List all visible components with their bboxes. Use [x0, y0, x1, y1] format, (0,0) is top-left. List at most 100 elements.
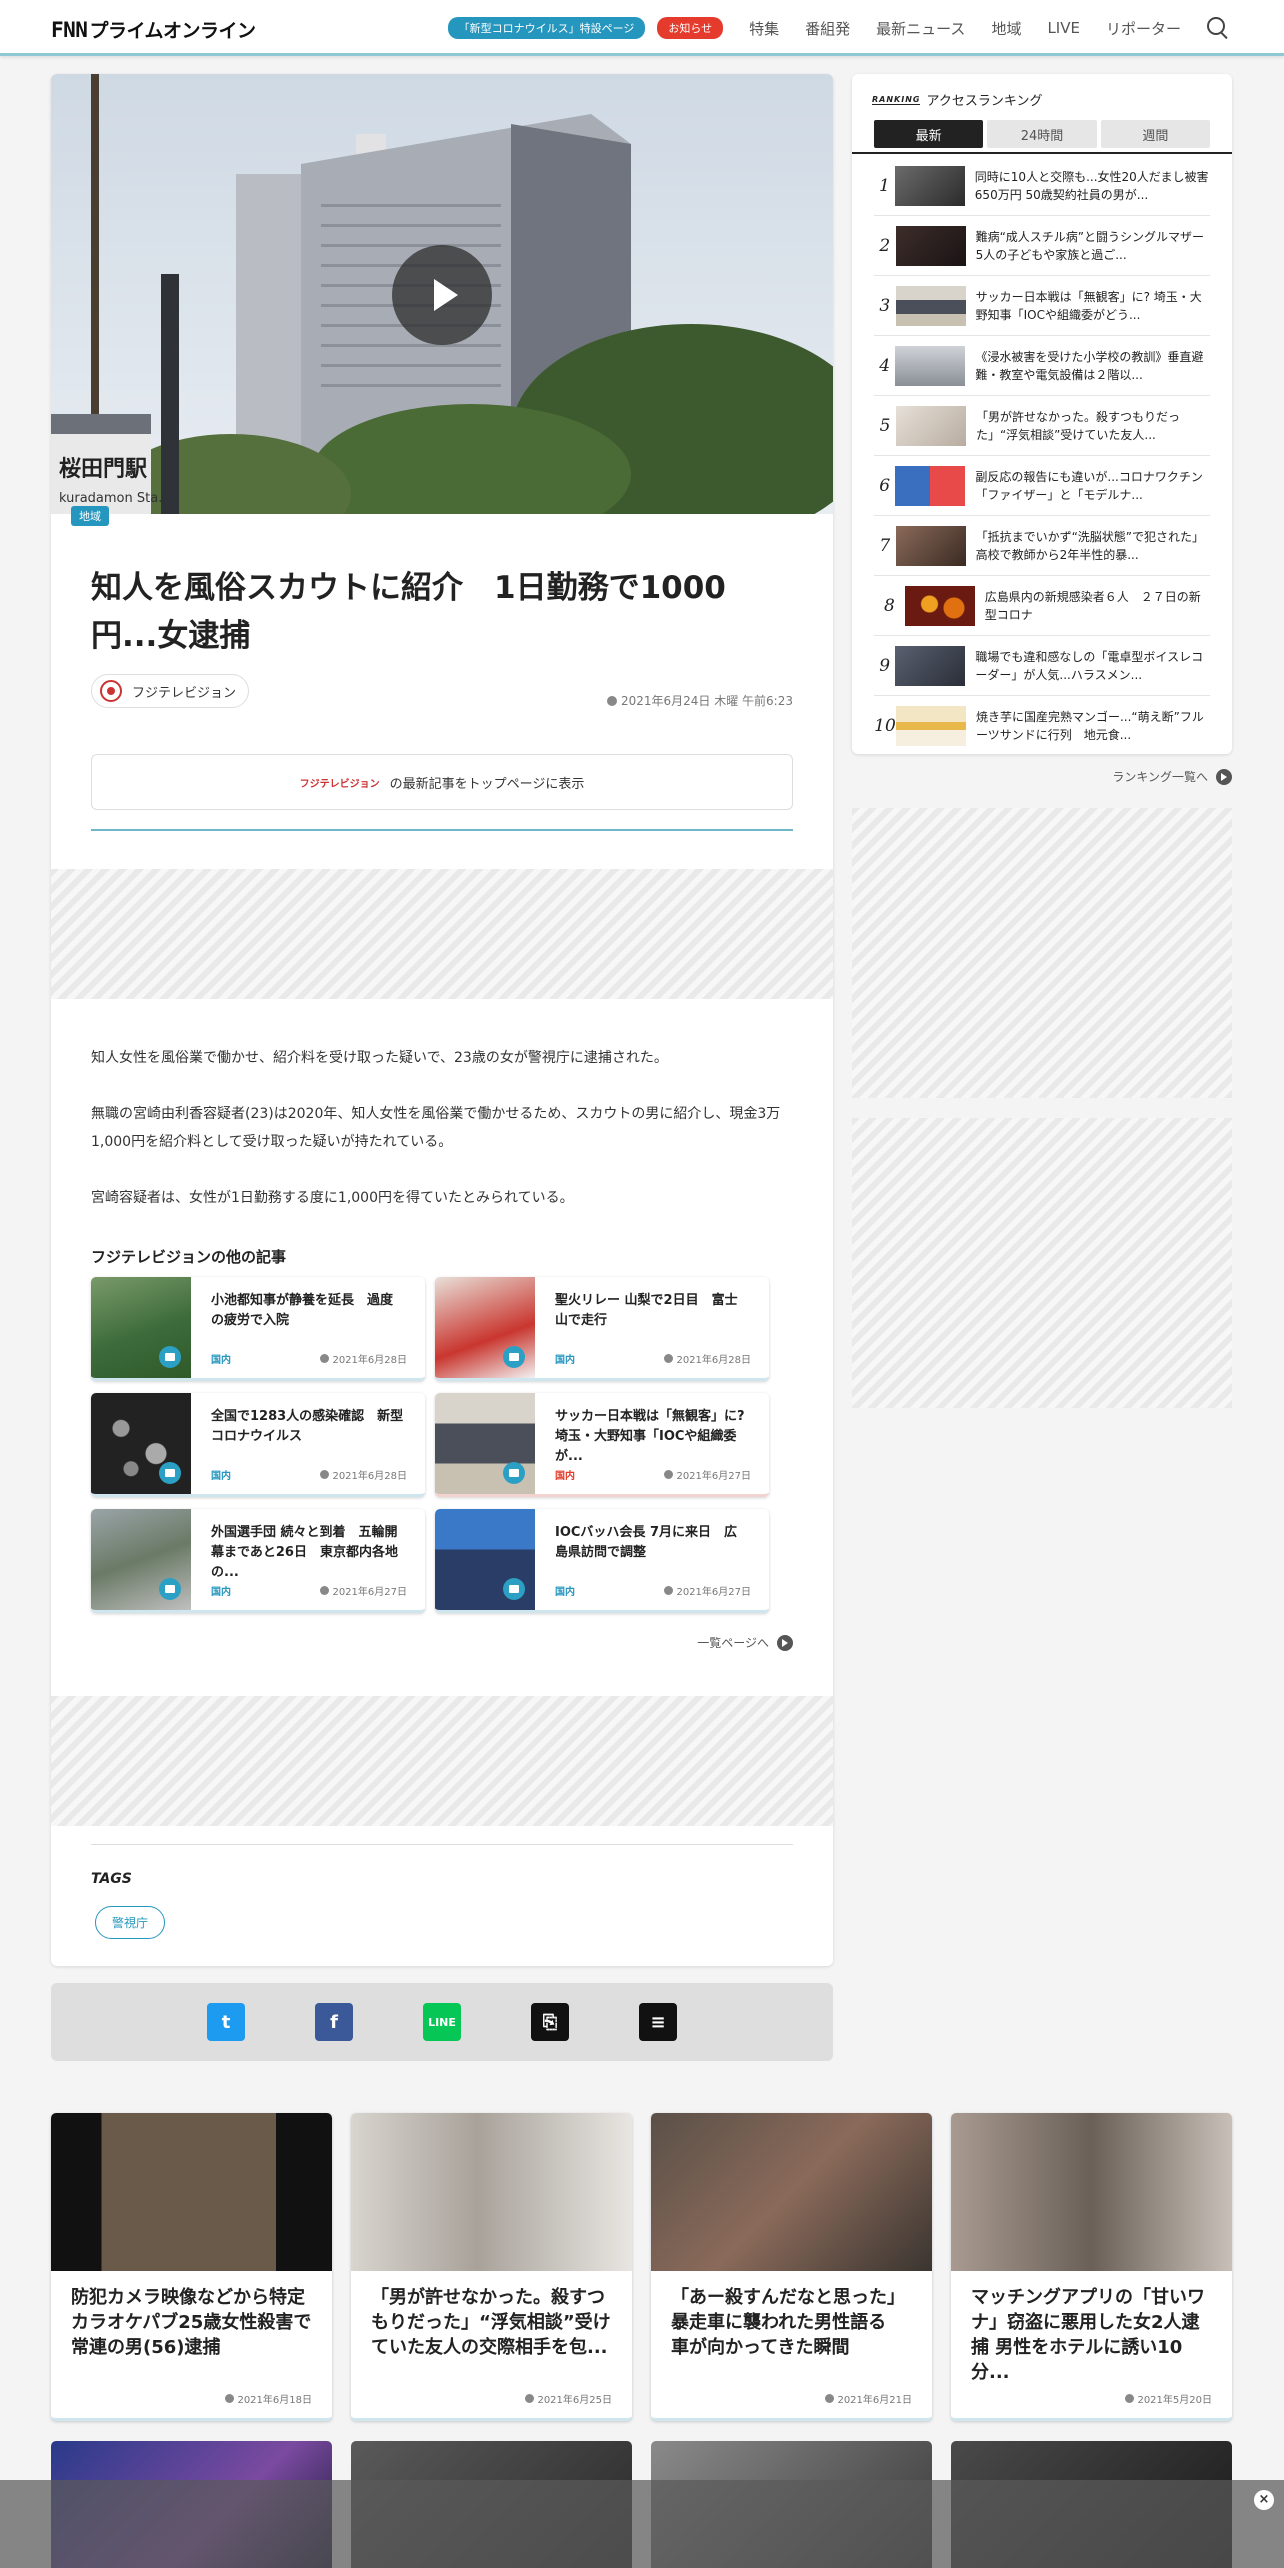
- ranking-item[interactable]: 1 同時に10人と交際も...女性20人だまし被害650万円 50歳契約社員の男が…: [874, 156, 1210, 216]
- divider: [91, 829, 793, 831]
- copy-link-button[interactable]: ⎘: [531, 2003, 569, 2041]
- ranking-item[interactable]: 4 《浸水被害を受けた小学校の教訓》垂直避難・教室や電気設備は２階以...: [874, 336, 1210, 396]
- more-link-text: 一覧ページへ: [697, 1636, 769, 1650]
- ranking-more-text: ランキング一覧へ: [1112, 770, 1208, 784]
- related-article-card[interactable]: 小池都知事が静養を延長 過度の疲労で入院 国内 2021年6月28日: [91, 1277, 425, 1381]
- thumbnail: [651, 2113, 932, 2271]
- related-category: 国内: [555, 1587, 575, 1598]
- related-category: 国内: [211, 1355, 231, 1366]
- related-date-text: 2021年6月28日: [676, 1355, 751, 1366]
- share-bar: t f LINE ⎘ ≡: [51, 1983, 833, 2061]
- related-date-text: 2021年6月27日: [676, 1587, 751, 1598]
- play-button[interactable]: [392, 245, 492, 345]
- category-tag[interactable]: 地域: [71, 506, 109, 526]
- ranking-item[interactable]: 3 サッカー日本戦は「無観客」に? 埼玉・大野知事「IOCや組織委がどう...: [874, 276, 1210, 336]
- related-article-card[interactable]: 外国選手団 続々と到着 五輪開幕まであと26日 東京都内各地の... 国内 20…: [91, 1509, 425, 1613]
- feature-title: 防犯カメラ映像などから特定 カラオケパブ25歳女性殺害で常連の男(56)逮捕: [71, 2287, 323, 2358]
- arrow-right-icon: [1216, 768, 1232, 785]
- thumbnail: [895, 525, 966, 566]
- related-article-card[interactable]: IOCバッハ会長 7月に来日 広島県訪問で調整 国内 2021年6月27日: [435, 1509, 769, 1613]
- close-icon[interactable]: ×: [1254, 2490, 1274, 2510]
- feature-card[interactable]: 「男が許せなかった。殺すつもりだった」“浮気相談”受けていた友人の交際相手を包.…: [351, 2113, 632, 2421]
- nav-feature[interactable]: 特集: [749, 18, 779, 39]
- tab-weekly[interactable]: 週間: [1100, 120, 1210, 148]
- ranking-item[interactable]: 6 副反応の報告にも違いが...コロナワクチン「ファイザー」と「モデルナ...: [874, 456, 1210, 516]
- video-icon: [159, 1346, 181, 1368]
- corona-special-link[interactable]: 「新型コロナウイルス」特設ページ: [447, 17, 646, 39]
- related-date: 2021年6月27日: [664, 1583, 751, 1598]
- fujitv-logo-icon: [100, 680, 122, 702]
- feature-card[interactable]: マッチングアプリの「甘いワナ」窃盗に悪用した女2人逮捕 男性をホテルに誘い10分…: [951, 2113, 1232, 2421]
- source-badge[interactable]: フジテレビジョン: [91, 674, 249, 708]
- related-category: 国内: [555, 1355, 575, 1366]
- line-share-button[interactable]: LINE: [423, 2003, 461, 2041]
- thumbnail: [435, 1277, 535, 1378]
- tab-latest[interactable]: 最新: [874, 120, 984, 148]
- tag-pill[interactable]: 警視庁: [95, 1906, 166, 1939]
- divider: [852, 152, 1232, 154]
- related-title: 外国選手団 続々と到着 五輪開幕まであと26日 東京都内各地の...: [211, 1525, 398, 1580]
- related-article-card[interactable]: 全国で1283人の感染確認 新型コロナウイルス 国内 2021年6月28日: [91, 1393, 425, 1497]
- video-icon: [159, 1462, 181, 1484]
- ranking-item[interactable]: 9 職場でも違和感なしの「電卓型ボイスレコーダー」が人気...ハラスメン...: [874, 636, 1210, 696]
- thumbnail: [894, 165, 965, 206]
- main-nav: 「新型コロナウイルス」特設ページ お知らせ 特集 番組発 最新ニュース 地域 L…: [447, 0, 1229, 56]
- hero-video[interactable]: 桜田門駅 kuradamon Sta.: [51, 74, 833, 514]
- tab-24h[interactable]: 24時間: [987, 120, 1097, 148]
- nav-programs[interactable]: 番組発: [805, 18, 850, 39]
- related-title: 小池都知事が静養を延長 過度の疲労で入院: [211, 1293, 394, 1328]
- clock-icon: [320, 1470, 330, 1479]
- nav-region[interactable]: 地域: [991, 18, 1021, 39]
- ranking-list: 1 同時に10人と交際も...女性20人だまし被害650万円 50歳契約社員の男が…: [874, 156, 1210, 754]
- feature-date: 2021年6月25日: [525, 2391, 612, 2406]
- logo-mark: FNN: [51, 18, 88, 42]
- feature-card[interactable]: 防犯カメラ映像などから特定 カラオケパブ25歳女性殺害で常連の男(56)逮捕 2…: [51, 2113, 332, 2421]
- notice-link[interactable]: お知らせ: [657, 17, 724, 39]
- related-article-card[interactable]: 聖火リレー 山梨で2日目 富士山で走行 国内 2021年6月28日: [435, 1277, 769, 1381]
- ad-slot: [51, 1696, 833, 1826]
- timestamp-text: 2021年6月24日 木曜 午前6:23: [620, 694, 793, 708]
- video-icon: [159, 1578, 181, 1600]
- svg-text:kuradamon Sta.: kuradamon Sta.: [59, 491, 162, 506]
- ranking-item[interactable]: 10 焼き芋に国産完熟マンゴー...“萌え断”フルーツサンドに行列 地元食...: [874, 696, 1210, 754]
- clock-icon: [664, 1586, 674, 1595]
- twitter-share-button[interactable]: t: [207, 2003, 245, 2041]
- clock-icon: [225, 2394, 235, 2403]
- nav-live[interactable]: LIVE: [1047, 19, 1080, 37]
- rank-number: 9: [879, 655, 891, 676]
- other-articles-more-link[interactable]: 一覧ページへ: [697, 1634, 793, 1651]
- related-title: IOCバッハ会長 7月に来日 広島県訪問で調整: [555, 1525, 738, 1560]
- banner-text: の最新記事をトップページに表示: [389, 776, 585, 792]
- rank-title: サッカー日本戦は「無観客」に? 埼玉・大野知事「IOCや組織委がどう...: [975, 289, 1202, 322]
- ranking-item[interactable]: 5 「男が許せなかった。殺すつもりだった」“浮気相談”受けていた友人...: [874, 396, 1210, 456]
- thumbnail: [895, 225, 966, 266]
- search-icon[interactable]: [1207, 17, 1229, 39]
- thumbnail: [91, 1277, 191, 1378]
- video-icon: [503, 1462, 525, 1484]
- show-on-top-button[interactable]: フジテレビジョン の最新記事をトップページに表示: [91, 754, 793, 810]
- ranking-item[interactable]: 8 広島県内の新規感染者６人 ２７日の新型コロナ: [874, 576, 1210, 636]
- comment-button[interactable]: ≡: [639, 2003, 677, 2041]
- source-name: フジテレビジョン: [132, 685, 237, 701]
- clock-icon: [320, 1354, 330, 1363]
- site-logo[interactable]: FNN プライムオンライン: [51, 16, 256, 43]
- ranking-item[interactable]: 2 難病“成人スチル病”と闘うシングルマザー 5人の子どもや家族と過ご...: [874, 216, 1210, 276]
- nav-reporter[interactable]: リポーター: [1106, 18, 1181, 39]
- rank-number: 6: [879, 475, 891, 496]
- rank-number: 5: [879, 415, 891, 436]
- ranking-more-link[interactable]: ランキング一覧へ: [852, 768, 1232, 785]
- nav-latest-news[interactable]: 最新ニュース: [876, 18, 965, 39]
- facebook-share-button[interactable]: f: [315, 2003, 353, 2041]
- rank-title: 《浸水被害を受けた小学校の教訓》垂直避難・教室や電気設備は２階以...: [975, 349, 1204, 382]
- related-category: 国内: [211, 1587, 231, 1598]
- ranking-item[interactable]: 7 「抵抗までいかず“洗脳状態”で犯された」高校で教師から2年半性的暴...: [874, 516, 1210, 576]
- related-date-text: 2021年6月27日: [676, 1471, 751, 1482]
- feature-date: 2021年6月18日: [225, 2391, 312, 2406]
- clock-icon: [525, 2394, 535, 2403]
- feature-card[interactable]: 「あー殺すんだなと思った」暴走車に襲われた男性語る 車が向かってきた瞬間 202…: [651, 2113, 932, 2421]
- thumbnail: [51, 2113, 332, 2271]
- rank-number: 1: [878, 175, 890, 196]
- related-date: 2021年6月27日: [664, 1467, 751, 1482]
- feature-date-text: 2021年6月18日: [237, 2395, 312, 2406]
- related-article-card[interactable]: サッカー日本戦は「無観客」に? 埼玉・大野知事「IOCや組織委が... 国内 2…: [435, 1393, 769, 1497]
